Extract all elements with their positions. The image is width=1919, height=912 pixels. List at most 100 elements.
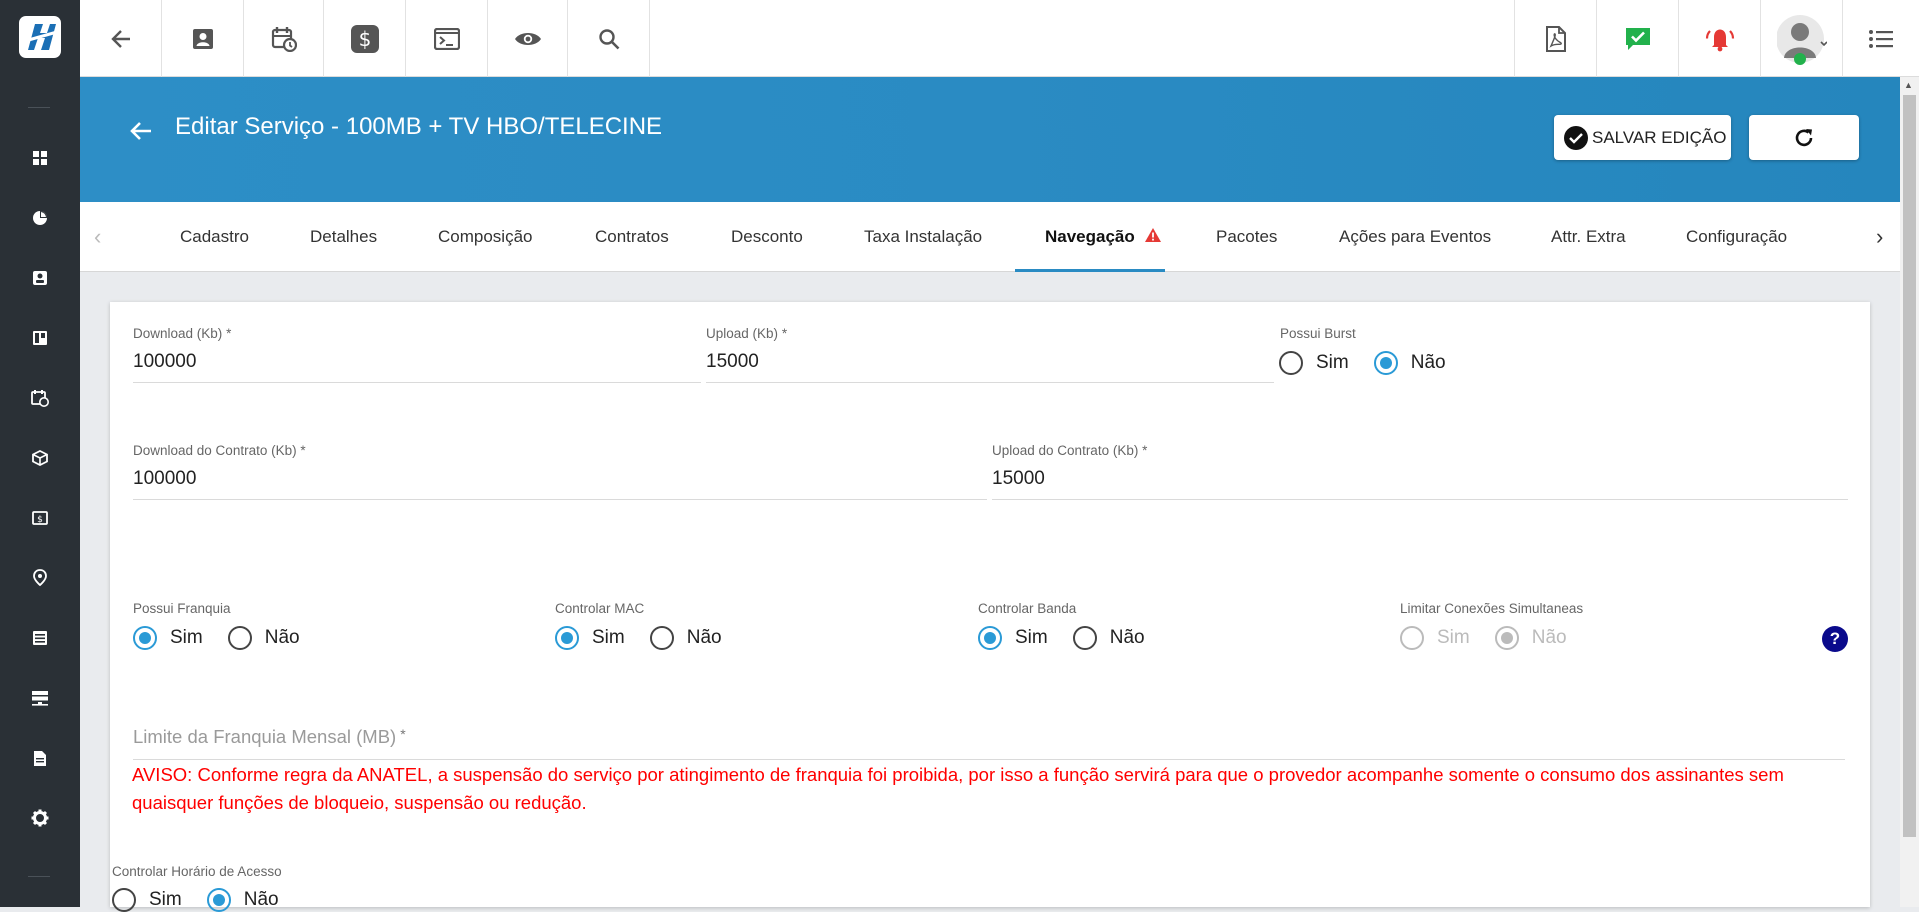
- contact-card-icon[interactable]: [26, 264, 54, 292]
- sidebar-divider: [28, 107, 50, 108]
- tabs-scroll-right-icon[interactable]: ›: [1876, 202, 1883, 272]
- required-mark: *: [226, 326, 232, 341]
- save-button-label: SALVAR EDIÇÃO: [1592, 127, 1727, 147]
- tab-attr-extra[interactable]: Attr. Extra: [1551, 202, 1626, 272]
- tab-contratos[interactable]: Contratos: [595, 202, 669, 272]
- radio-label: Não: [264, 627, 300, 648]
- gear-icon[interactable]: [26, 804, 54, 832]
- upload-field[interactable]: Upload (Kb) * 15000: [706, 326, 1274, 383]
- calendar-clock-icon[interactable]: [244, 0, 324, 77]
- money-icon[interactable]: $: [26, 504, 54, 532]
- back-arrow-icon[interactable]: [130, 121, 152, 146]
- controlar-horario-nao-radio[interactable]: [206, 888, 231, 912]
- kanban-icon[interactable]: [26, 324, 54, 352]
- search-icon[interactable]: [568, 0, 650, 77]
- controlar-mac-nao-radio[interactable]: [649, 626, 674, 650]
- tab-pacotes[interactable]: Pacotes: [1216, 202, 1277, 272]
- required-mark: *: [400, 726, 406, 742]
- svg-text:$: $: [358, 27, 371, 51]
- sidebar-divider: [28, 876, 50, 877]
- user-menu[interactable]: [1760, 0, 1842, 77]
- scroll-up-arrow-icon[interactable]: ▲: [1904, 80, 1913, 90]
- download-label: Download (Kb): [133, 326, 223, 341]
- limitar-conexoes-label: Limitar Conexões Simultaneas: [1400, 601, 1584, 616]
- radio-label: Sim: [1316, 352, 1349, 373]
- map-pin-icon[interactable]: [26, 564, 54, 592]
- menu-list-icon[interactable]: [1842, 0, 1919, 77]
- top-toolbar: $: [80, 0, 1919, 77]
- tab-bar: ‹ Cadastro Detalhes Composição Contratos…: [80, 202, 1900, 272]
- calendar-clock-icon[interactable]: [26, 384, 54, 412]
- controlar-horario-radios: Sim Não: [112, 888, 304, 912]
- sidebar: $: [0, 0, 80, 907]
- possui-franquia-nao-radio[interactable]: [227, 626, 252, 650]
- possui-franquia-radios: Sim Não: [133, 626, 325, 650]
- possui-burst-radios: Sim Não: [1279, 351, 1471, 375]
- download-contrato-input[interactable]: 100000: [133, 468, 987, 500]
- upload-contrato-input[interactable]: 15000: [992, 468, 1848, 500]
- required-mark: *: [781, 326, 788, 341]
- required-mark: *: [300, 443, 306, 458]
- controlar-horario-sim-radio[interactable]: [112, 888, 136, 912]
- svg-text:$: $: [37, 515, 43, 525]
- scrollbar-thumb[interactable]: [1903, 95, 1916, 837]
- controlar-banda-sim-radio[interactable]: [978, 626, 1002, 650]
- possui-burst-nao-radio[interactable]: [1373, 351, 1398, 375]
- page-header: Editar Serviço - 100MB + TV HBO/TELECINE…: [80, 77, 1900, 202]
- limite-franquia-field[interactable]: Limite da Franquia Mensal (MB) *: [133, 726, 1845, 760]
- dollar-icon[interactable]: $: [324, 0, 406, 77]
- anatel-warning-text: AVISO: Conforme regra da ANATEL, a suspe…: [132, 764, 1784, 813]
- tabs-scroll-left-icon[interactable]: ‹: [94, 202, 101, 272]
- contact-card-icon[interactable]: [162, 0, 244, 77]
- upload-input[interactable]: 15000: [706, 351, 1274, 383]
- tab-desconto[interactable]: Desconto: [731, 202, 803, 272]
- download-contrato-field[interactable]: Download do Contrato (Kb) * 100000: [133, 443, 987, 500]
- pie-chart-icon[interactable]: [26, 204, 54, 232]
- tab-cadastro[interactable]: Cadastro: [180, 202, 249, 272]
- limitar-conexoes-nao-radio: [1494, 626, 1519, 650]
- check-message-icon[interactable]: [1596, 0, 1678, 77]
- save-button[interactable]: SALVAR EDIÇÃO: [1554, 115, 1731, 160]
- tab-acoes-eventos[interactable]: Ações para Eventos: [1339, 202, 1491, 272]
- check-circle-icon: [1564, 125, 1588, 150]
- page-title: Editar Serviço - 100MB + TV HBO/TELECINE: [175, 113, 663, 140]
- alarm-icon[interactable]: [1678, 0, 1760, 77]
- controlar-horario-group: Controlar Horário de Acesso: [112, 864, 282, 879]
- avatar[interactable]: [1776, 12, 1827, 66]
- limite-franquia-label: Limite da Franquia Mensal (MB): [133, 726, 397, 747]
- upload-contrato-label: Upload do Contrato (Kb): [992, 443, 1139, 458]
- possui-franquia-sim-radio[interactable]: [133, 626, 157, 650]
- tab-composicao[interactable]: Composição: [438, 202, 533, 272]
- controlar-mac-label: Controlar MAC: [555, 601, 645, 616]
- download-input[interactable]: 100000: [133, 351, 701, 383]
- controlar-banda-nao-radio[interactable]: [1072, 626, 1097, 650]
- eye-icon[interactable]: [488, 0, 568, 77]
- tab-configuracao[interactable]: Configuração: [1686, 202, 1787, 272]
- refresh-button[interactable]: [1749, 115, 1859, 160]
- app-logo[interactable]: [19, 16, 61, 58]
- help-icon[interactable]: ?: [1822, 626, 1848, 652]
- warning-triangle-icon: [1144, 228, 1161, 242]
- tab-taxa-instalacao[interactable]: Taxa Instalação: [864, 202, 982, 272]
- controlar-mac-sim-radio[interactable]: [555, 626, 579, 650]
- controlar-banda-group: Controlar Banda: [978, 601, 1076, 616]
- download-field[interactable]: Download (Kb) * 100000: [133, 326, 701, 383]
- terminal-icon[interactable]: [406, 0, 488, 77]
- tab-navegacao-label: Navegação: [1045, 227, 1135, 246]
- tab-detalhes[interactable]: Detalhes: [310, 202, 377, 272]
- upload-contrato-field[interactable]: Upload do Contrato (Kb) * 15000: [992, 443, 1848, 500]
- back-arrow-icon[interactable]: [80, 0, 162, 77]
- radio-label: Não: [243, 889, 279, 910]
- controlar-horario-label: Controlar Horário de Acesso: [112, 864, 282, 879]
- document-icon[interactable]: [26, 744, 54, 772]
- tab-navegacao[interactable]: Navegação: [1045, 202, 1162, 272]
- radio-label: Não: [1531, 627, 1567, 648]
- possui-burst-label: Possui Burst: [1280, 326, 1356, 341]
- radio-label: Sim: [1437, 627, 1470, 648]
- package-icon[interactable]: [26, 444, 54, 472]
- pdf-icon[interactable]: [1514, 0, 1596, 77]
- possui-burst-sim-radio[interactable]: [1279, 351, 1303, 375]
- server-icon[interactable]: [26, 684, 54, 712]
- list-icon[interactable]: [26, 624, 54, 652]
- dashboard-icon[interactable]: [26, 144, 54, 172]
